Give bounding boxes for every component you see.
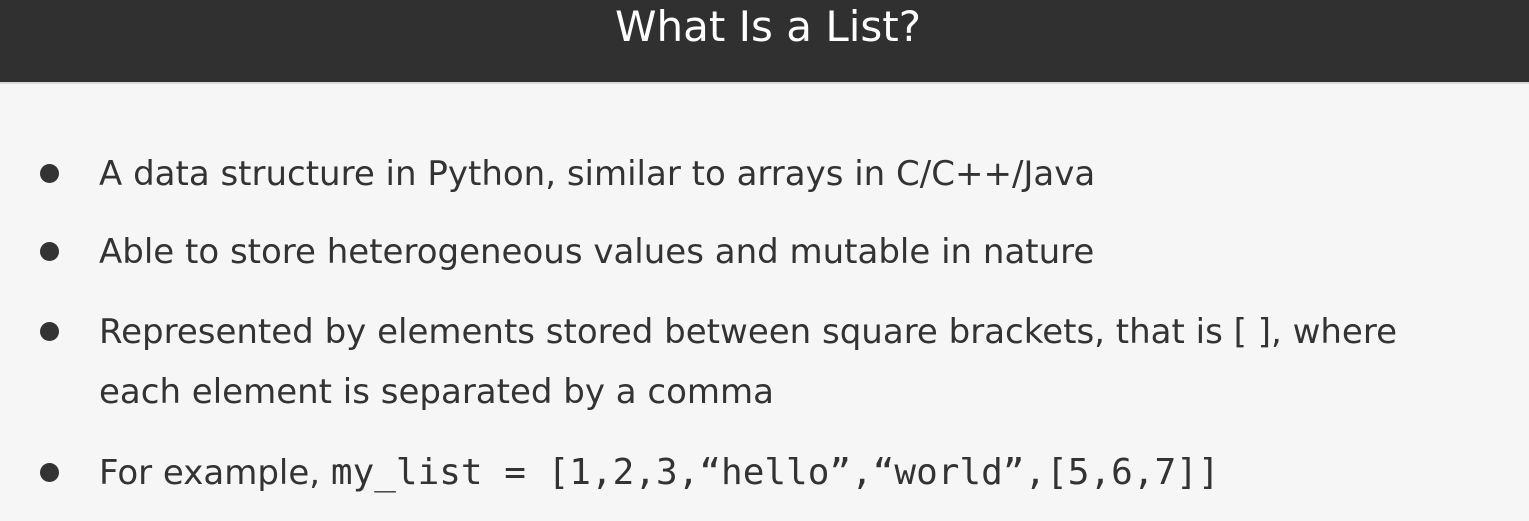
bullet-dot-icon bbox=[40, 242, 59, 261]
example-prefix: For example, bbox=[99, 453, 331, 493]
slide-title: What Is a List? bbox=[614, 2, 922, 51]
bullet-text-line: Represented by elements stored between s… bbox=[99, 312, 1397, 352]
bullet-text: Able to store heterogeneous values and m… bbox=[99, 232, 1095, 272]
code-snippet: my_list = [1,2,3,“hello”,“world”,[5,6,7]… bbox=[330, 452, 1220, 493]
bullet-text: For example, my_list = [1,2,3,“hello”,“w… bbox=[99, 443, 1499, 503]
bullet-text: Represented by elements stored between s… bbox=[99, 302, 1499, 422]
title-bar: What Is a List? bbox=[0, 0, 1529, 84]
bullet-dot-icon bbox=[40, 322, 59, 341]
bullet-dot-icon bbox=[40, 164, 59, 183]
bullet-text-line: each element is separated by a comma bbox=[99, 372, 775, 412]
bullet-text: A data structure in Python, similar to a… bbox=[99, 154, 1096, 194]
bullet-dot-icon bbox=[40, 463, 59, 482]
